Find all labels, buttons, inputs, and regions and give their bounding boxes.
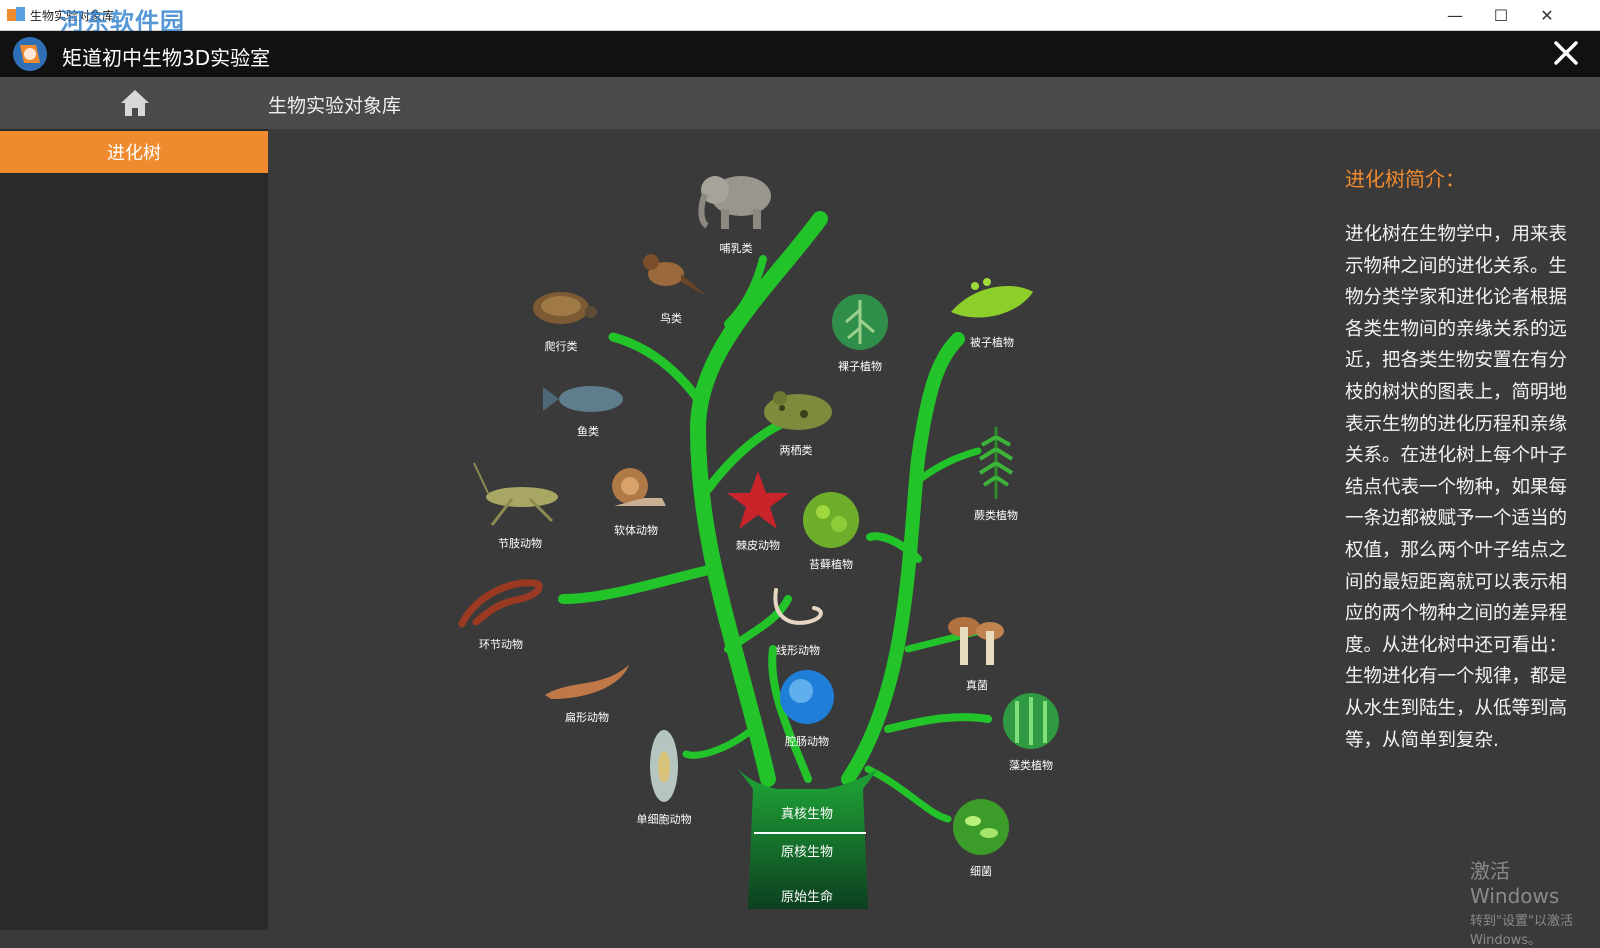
window-close-button[interactable]: ✕: [1524, 0, 1570, 30]
node-label: 节肢动物: [498, 537, 542, 550]
jellyfish-icon: [780, 670, 834, 724]
node-arthropod[interactable]: 节肢动物: [470, 459, 570, 551]
node-gymnosperm[interactable]: 裸子植物: [824, 292, 896, 374]
nav-bar: 生物实验对象库: [0, 77, 1600, 129]
node-label: 鸟类: [660, 312, 682, 325]
fish-icon: [543, 386, 623, 412]
frog-icon: [764, 391, 832, 430]
page-title: 生物实验对象库: [268, 95, 402, 117]
pea-pod-icon: [951, 278, 1033, 318]
node-fungi[interactable]: 真菌: [942, 609, 1012, 693]
grasshopper-icon: [473, 462, 558, 526]
trunk-label-eukaryote[interactable]: 真核生物: [748, 803, 866, 822]
algae-icon: [1003, 693, 1059, 749]
windows-activation-watermark: 激活 Windows 转到"设置"以激活 Windows。: [1470, 855, 1600, 948]
starfish-icon: [727, 471, 789, 529]
node-angiosperm[interactable]: 被子植物: [946, 272, 1038, 350]
paramecium-icon: [650, 730, 678, 802]
node-label: 苔藓植物: [809, 558, 853, 571]
node-label: 软体动物: [614, 524, 658, 537]
node-label: 线形动物: [776, 644, 820, 657]
node-bacteria[interactable]: 细菌: [948, 797, 1014, 879]
node-bird[interactable]: 鸟类: [626, 244, 716, 326]
node-label: 被子植物: [970, 336, 1014, 349]
node-cnidarian[interactable]: 腔肠动物: [774, 667, 840, 749]
node-annelid[interactable]: 环节动物: [454, 574, 548, 652]
node-amphibian[interactable]: 两栖类: [750, 384, 842, 458]
node-label: 藻类植物: [1009, 759, 1053, 772]
turtle-icon: [533, 292, 597, 324]
node-label: 单细胞动物: [636, 813, 692, 826]
moss-icon: [803, 492, 859, 548]
node-label: 环节动物: [479, 638, 523, 651]
node-nematode[interactable]: 线形动物: [762, 586, 834, 658]
bacteria-icon: [953, 799, 1009, 855]
app-logo-icon: [13, 37, 47, 71]
roundworm-icon: [773, 588, 823, 625]
gymnosperm-icon: [832, 294, 888, 350]
sidebar-item-evolution-tree[interactable]: 进化树: [0, 131, 268, 173]
window-titlebar: 生物实验对象库 河东软件园 — ☐ ✕: [0, 0, 1600, 36]
earthworm-icon: [458, 579, 543, 628]
activation-line-1: 激活 Windows: [1470, 859, 1560, 908]
node-label: 细菌: [970, 865, 992, 878]
app-title: 矩道初中生物3D实验室: [62, 46, 271, 70]
node-mollusk[interactable]: 软体动物: [601, 462, 671, 538]
intro-panel: 进化树简介： 进化树在生物学中，用来表示物种之间的进化关系。生物分类学家和进化论…: [1298, 129, 1600, 930]
node-label: 扁形动物: [565, 711, 609, 724]
node-flatworm[interactable]: 扁形动物: [540, 659, 634, 725]
node-fish[interactable]: 鱼类: [540, 381, 636, 439]
app-icon: [7, 7, 25, 21]
node-label: 鱼类: [577, 425, 599, 438]
maximize-button[interactable]: ☐: [1478, 0, 1524, 30]
node-label: 棘皮动物: [736, 539, 780, 552]
bird-icon: [643, 254, 707, 296]
node-echinoderm[interactable]: 棘皮动物: [723, 469, 793, 553]
node-label: 腔肠动物: [785, 735, 829, 748]
home-icon[interactable]: [118, 87, 152, 119]
intro-title: 进化树简介：: [1345, 167, 1465, 191]
trunk-label-prokaryote[interactable]: 原核生物: [748, 841, 866, 860]
trunk-label-origin[interactable]: 原始生命: [748, 886, 866, 905]
snail-icon: [612, 468, 666, 506]
fern-icon: [978, 427, 1014, 499]
close-icon[interactable]: [1550, 37, 1582, 69]
minimize-button[interactable]: —: [1432, 0, 1478, 30]
activation-line-2: 转到"设置"以激活 Windows。: [1470, 914, 1573, 948]
node-protozoa[interactable]: 单细胞动物: [628, 727, 700, 827]
node-moss[interactable]: 苔藓植物: [796, 490, 866, 572]
intro-text: 进化树在生物学中，用来表示物种之间的进化关系。生物分类学家和进化论者根据各类生物…: [1345, 224, 1568, 751]
flatworm-icon: [545, 665, 629, 699]
node-reptile[interactable]: 爬行类: [516, 284, 606, 354]
node-mammal[interactable]: 哺乳类: [686, 164, 786, 256]
node-fern[interactable]: 蕨类植物: [964, 425, 1028, 523]
node-label: 爬行类: [544, 340, 578, 353]
node-algae[interactable]: 藻类植物: [996, 691, 1066, 773]
evolution-tree-panel: 真核生物 原核生物 原始生命 哺乳类 鸟类 爬行类 鱼类 两栖类 节肢动物 软体…: [268, 129, 1298, 930]
app-header: 矩道初中生物3D实验室: [0, 31, 1600, 77]
node-label: 两栖类: [779, 444, 813, 457]
node-label: 蕨类植物: [974, 509, 1018, 522]
elephant-icon: [698, 176, 771, 229]
mushroom-icon: [948, 617, 1004, 665]
node-label: 裸子植物: [838, 360, 882, 373]
sidebar: 进化树: [0, 129, 268, 930]
